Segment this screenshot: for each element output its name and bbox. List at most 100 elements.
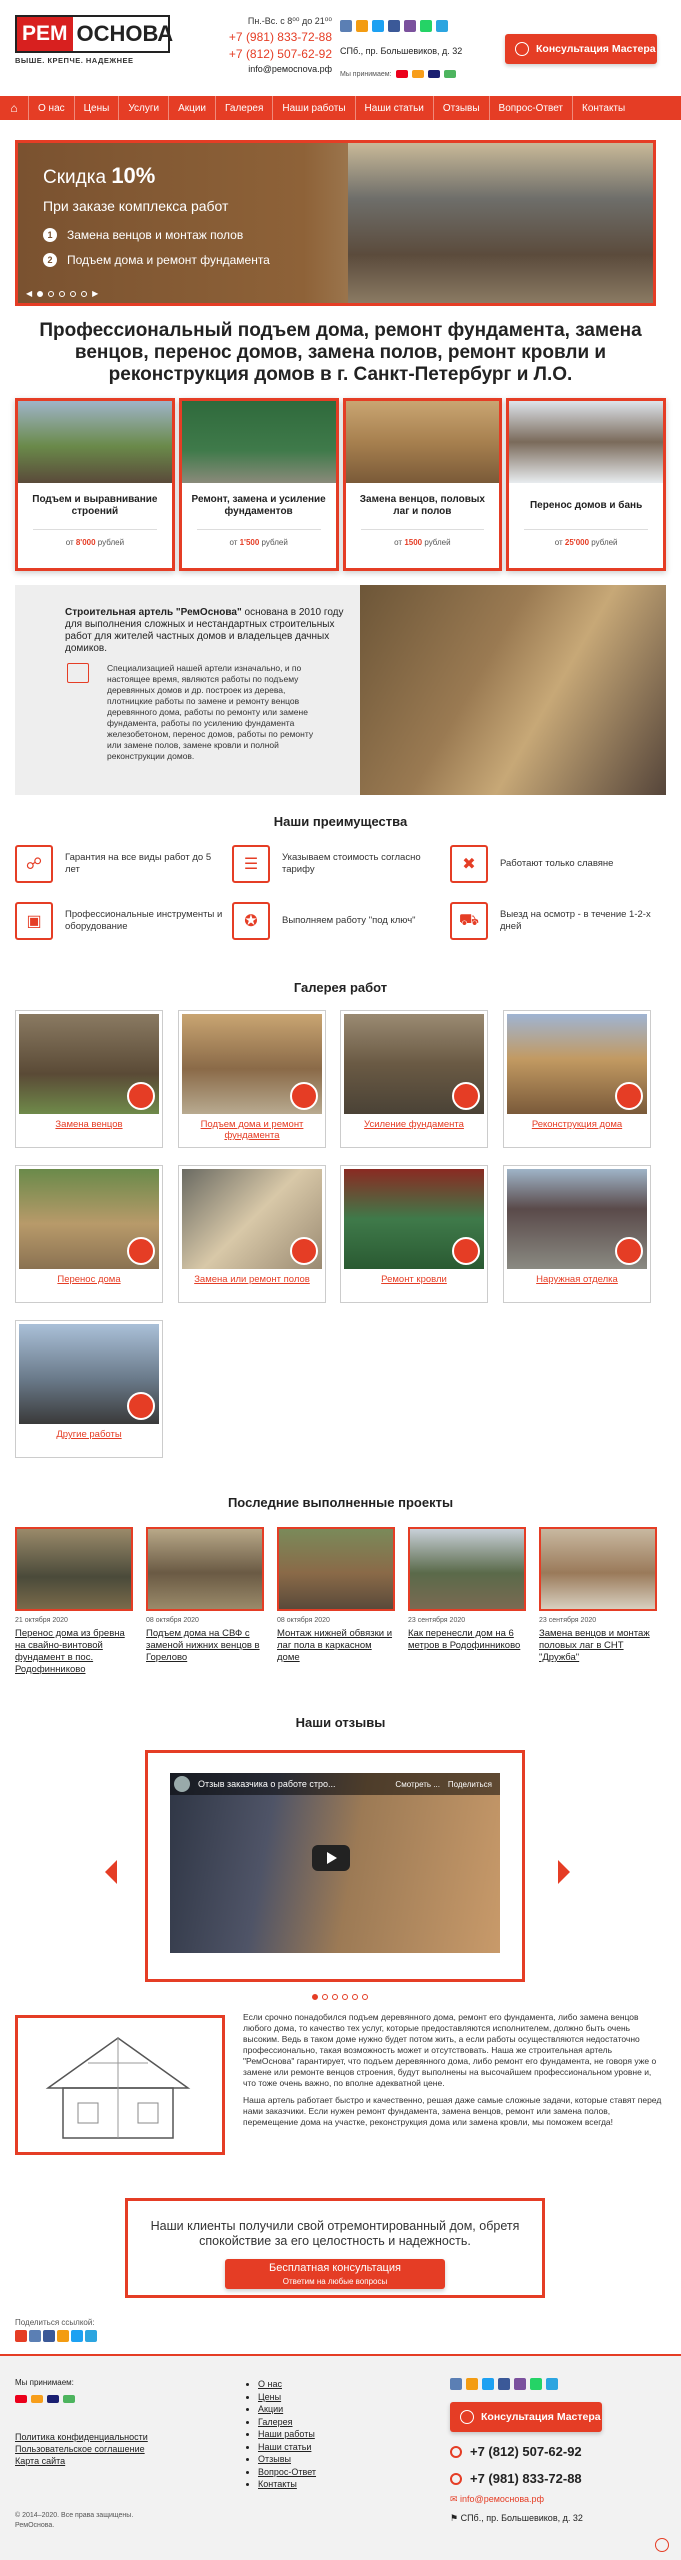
footer-menu-item[interactable]: О нас bbox=[258, 2379, 282, 2389]
ok-icon[interactable] bbox=[57, 2330, 69, 2342]
footer-menu-item[interactable]: Галерея bbox=[258, 2417, 293, 2427]
document-icon: ☰ bbox=[232, 845, 270, 883]
footer-menu-item[interactable]: Наши статьи bbox=[258, 2442, 311, 2452]
gallery-item[interactable]: Наружная отделка bbox=[503, 1165, 651, 1303]
review-video[interactable]: Отзыв заказчика о работе стро... Смотрет… bbox=[170, 1773, 500, 1953]
service-card[interactable]: Замена венцов, половых лаг и полов от 15… bbox=[342, 398, 503, 571]
share-button[interactable]: Поделиться bbox=[448, 1780, 492, 1789]
logo-badge-icon bbox=[452, 1237, 480, 1265]
project-item[interactable]: 08 октября 2020 Подъем дома на СВФ с заме… bbox=[146, 1527, 264, 1664]
logo-badge-icon bbox=[127, 1082, 155, 1110]
facebook-icon[interactable] bbox=[43, 2330, 55, 2342]
service-card[interactable]: Подъем и выравнивание строений от 8'000 … bbox=[15, 398, 175, 571]
phone-link-2[interactable]: +7 (812) 507-62-92 bbox=[210, 47, 332, 61]
nav-item-reviews[interactable]: Отзывы bbox=[432, 96, 489, 120]
nav-item-promotions[interactable]: Акции bbox=[168, 96, 215, 120]
phone-icon bbox=[460, 2410, 474, 2424]
footer-menu-item[interactable]: Отзывы bbox=[258, 2454, 291, 2464]
facebook-icon[interactable] bbox=[388, 20, 400, 32]
project-item[interactable]: 08 октября 2020 Монтаж нижней обвязки и л… bbox=[277, 1527, 395, 1664]
facebook-icon[interactable] bbox=[498, 2378, 510, 2390]
gallery-item[interactable]: Замена венцов bbox=[15, 1010, 163, 1148]
viber-icon[interactable] bbox=[514, 2378, 526, 2390]
gallery-item[interactable]: Ремонт кровли bbox=[340, 1165, 488, 1303]
footer-menu-item[interactable]: Наши работы bbox=[258, 2429, 315, 2439]
medal-icon: ✪ bbox=[232, 902, 270, 940]
share-icon[interactable] bbox=[15, 2330, 27, 2342]
maestro-icon bbox=[411, 70, 424, 78]
advantage-item: ☰ Указываем стоимость согласно тарифу bbox=[232, 845, 442, 883]
whatsapp-icon[interactable] bbox=[420, 20, 432, 32]
nav-item-gallery[interactable]: Галерея bbox=[215, 96, 272, 120]
home-icon[interactable]: ⌂ bbox=[0, 96, 28, 120]
whatsapp-icon[interactable] bbox=[530, 2378, 542, 2390]
header: РЕМ ОСНОВА ВЫШЕ. КРЕПЧЕ. НАДЕЖНЕЕ Пн.-Вс.… bbox=[0, 0, 681, 90]
about-lead: Строительная артель "РемОснова" основана… bbox=[65, 607, 344, 654]
video-title[interactable]: Отзыв заказчика о работе стро... bbox=[198, 1779, 336, 1789]
gallery-item[interactable]: Усиление фундамента bbox=[340, 1010, 488, 1148]
gallery-item[interactable]: Подъем дома и ремонт фундамента bbox=[178, 1010, 326, 1148]
nav-item-prices[interactable]: Цены bbox=[73, 96, 119, 120]
footer-menu-item[interactable]: Контакты bbox=[258, 2479, 297, 2489]
play-icon[interactable] bbox=[312, 1845, 350, 1871]
vk-icon[interactable] bbox=[340, 20, 352, 32]
phone-link-1[interactable]: +7 (981) 833-72-88 bbox=[210, 30, 332, 44]
telegram-icon[interactable] bbox=[546, 2378, 558, 2390]
nav-item-faq[interactable]: Вопрос-Ответ bbox=[488, 96, 572, 120]
twitter-icon[interactable] bbox=[372, 20, 384, 32]
header-contacts: Пн.-Вс. с 8⁰⁰ до 21⁰⁰ +7 (981) 833-72-88… bbox=[210, 16, 332, 74]
slider-photo bbox=[348, 143, 653, 303]
project-item[interactable]: 23 сентября 2020 Как перенесли дом на 6 м… bbox=[408, 1527, 526, 1652]
service-card[interactable]: Перенос домов и бань от 25'000 рублей bbox=[506, 398, 666, 571]
watch-later-button[interactable]: Смотреть ... bbox=[395, 1780, 440, 1789]
gallery-item[interactable]: Реконструкция дома bbox=[503, 1010, 651, 1148]
nav-item-services[interactable]: Услуги bbox=[118, 96, 168, 120]
privacy-link[interactable]: Политика конфиденциальности bbox=[15, 2431, 148, 2443]
prev-arrow-icon[interactable] bbox=[105, 1860, 117, 1884]
consult-master-button[interactable]: Консультация Мастера bbox=[505, 34, 657, 64]
telegram-icon[interactable] bbox=[85, 2330, 97, 2342]
footer-menu-item[interactable]: Вопрос-Ответ bbox=[258, 2467, 316, 2477]
twitter-icon[interactable] bbox=[482, 2378, 494, 2390]
ok-icon[interactable] bbox=[356, 20, 368, 32]
scroll-up-icon[interactable] bbox=[655, 2538, 669, 2552]
gallery-item[interactable]: Замена или ремонт полов bbox=[178, 1165, 326, 1303]
footer-menu-item[interactable]: Акции bbox=[258, 2404, 283, 2414]
free-consult-button[interactable]: Бесплатная консультация Ответим на любые … bbox=[225, 2259, 445, 2289]
logo-rem: РЕМ bbox=[17, 17, 73, 51]
email-link[interactable]: info@ремосnova.рф bbox=[210, 64, 332, 74]
gallery-item[interactable]: Перенос дома bbox=[15, 1165, 163, 1303]
footer-email[interactable]: ✉ info@ремоснова.рф bbox=[450, 2494, 602, 2505]
footer-contacts: Консультация Мастера +7 (812) 507-62-92 … bbox=[450, 2378, 602, 2524]
terms-link[interactable]: Пользовательское соглашение bbox=[15, 2443, 148, 2455]
service-title: Замена венцов, половых лаг и полов bbox=[359, 494, 485, 517]
service-photo bbox=[345, 401, 500, 483]
slider-dots[interactable]: ◀ ▶ bbox=[26, 289, 98, 298]
footer-phone-1[interactable]: +7 (812) 507-62-92 bbox=[450, 2444, 602, 2459]
share-label: Поделиться ссылкой: bbox=[15, 2318, 95, 2327]
nav-item-contacts[interactable]: Контакты bbox=[572, 96, 634, 120]
site-logo[interactable]: РЕМ ОСНОВА ВЫШЕ. КРЕПЧЕ. НАДЕЖНЕЕ bbox=[15, 15, 173, 69]
footer-consult-button[interactable]: Консультация Мастера bbox=[450, 2402, 602, 2432]
review-dots[interactable] bbox=[312, 1994, 368, 2000]
service-card[interactable]: Ремонт, замена и усиление фундаментов от… bbox=[178, 398, 339, 571]
footer-menu-item[interactable]: Цены bbox=[258, 2392, 281, 2402]
promo-slider[interactable]: Скидка 10% При заказе комплекса работ 1З… bbox=[15, 140, 656, 306]
nav-item-articles[interactable]: Наши статьи bbox=[354, 96, 433, 120]
nav-item-works[interactable]: Наши работы bbox=[272, 96, 354, 120]
footer-phone-2[interactable]: +7 (981) 833-72-88 bbox=[450, 2471, 602, 2486]
telegram-icon[interactable] bbox=[436, 20, 448, 32]
project-item[interactable]: 23 сентября 2020 Замена венцов и монтаж п… bbox=[539, 1527, 657, 1664]
project-item[interactable]: 21 октября 2020 Перенос дома из бревна на… bbox=[15, 1527, 133, 1676]
viber-icon[interactable] bbox=[404, 20, 416, 32]
cta-text: Наши клиенты получили свой отремонтирова… bbox=[150, 2219, 520, 2248]
vk-icon[interactable] bbox=[450, 2378, 462, 2390]
twitter-icon[interactable] bbox=[71, 2330, 83, 2342]
vk-icon[interactable] bbox=[29, 2330, 41, 2342]
sitemap-link[interactable]: Карта сайта bbox=[15, 2455, 148, 2467]
next-arrow-icon[interactable] bbox=[558, 1860, 570, 1884]
about-text: Специализацией нашей артели изначально, … bbox=[107, 663, 314, 761]
ok-icon[interactable] bbox=[466, 2378, 478, 2390]
nav-item-about[interactable]: О нас bbox=[28, 96, 74, 120]
gallery-item[interactable]: Другие работы bbox=[15, 1320, 163, 1458]
